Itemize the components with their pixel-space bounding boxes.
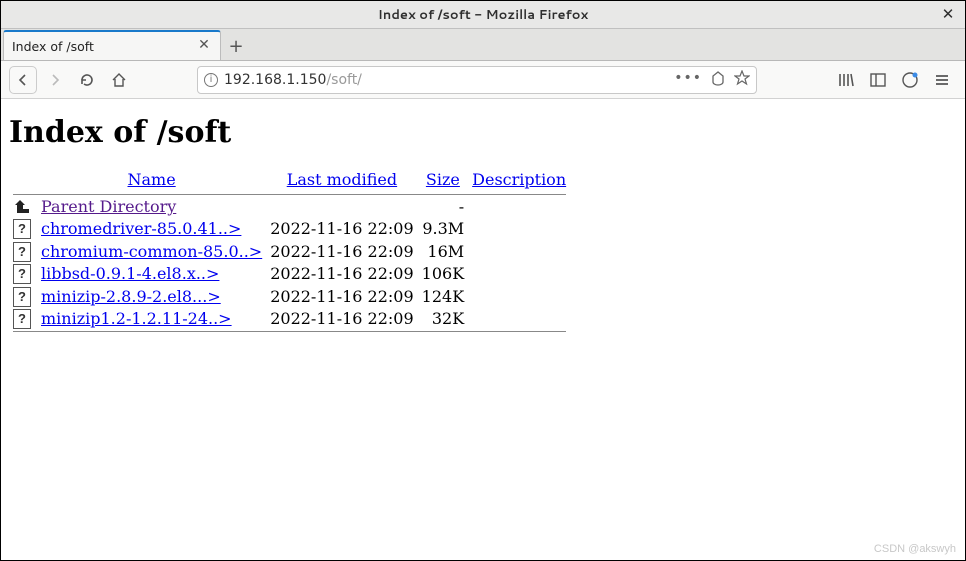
site-info-icon[interactable]: i [204, 73, 218, 87]
sort-modified-link[interactable]: Last modified [287, 170, 397, 189]
hamburger-icon [933, 71, 951, 89]
extension-button[interactable] [899, 69, 921, 91]
bookmark-star-icon[interactable] [734, 70, 750, 90]
globe-icon [901, 71, 919, 89]
window-title: Index of /soft - Mozilla Firefox [378, 6, 588, 24]
col-modified: Last modified [266, 170, 417, 193]
file-link[interactable]: minizip1.2-1.2.11-24..> [41, 309, 232, 328]
file-icon [13, 287, 31, 307]
forward-button [41, 66, 69, 94]
file-icon [13, 309, 31, 329]
parent-dir-icon [13, 199, 33, 217]
file-row: chromedriver-85.0.41..> 2022-11-16 22:099… [9, 218, 570, 241]
nav-toolbar: i 192.168.1.150/soft/ ••• [1, 61, 965, 99]
page-actions-icon[interactable]: ••• [674, 70, 702, 90]
arrow-left-icon [15, 72, 31, 88]
col-size: Size [418, 170, 469, 193]
new-tab-button[interactable]: + [221, 32, 251, 60]
file-modified: 2022-11-16 22:09 [266, 285, 417, 308]
file-link[interactable]: minizip-2.8.9-2.el8...> [41, 287, 221, 306]
watermark: CSDN @akswyh [874, 543, 956, 555]
file-row: minizip-2.8.9-2.el8...> 2022-11-16 22:091… [9, 285, 570, 308]
sort-description-link[interactable]: Description [472, 170, 566, 189]
url-host: 192.168.1.150 [224, 72, 326, 88]
file-modified: 2022-11-16 22:09 [266, 263, 417, 286]
library-button[interactable] [835, 69, 857, 91]
table-header-row: Name Last modified Size Description [9, 170, 570, 193]
parent-directory-link[interactable]: Parent Directory [41, 197, 176, 216]
reader-mode-icon[interactable] [710, 70, 726, 90]
tab-strip: Index of /soft ✕ + [1, 29, 965, 61]
file-description [468, 285, 570, 308]
reload-button[interactable] [73, 66, 101, 94]
col-description: Description [468, 170, 570, 193]
window-close-button[interactable]: ✕ [939, 5, 957, 23]
page-content: Index of /soft Name Last modified Size D… [1, 99, 965, 343]
file-size: 32K [418, 308, 469, 331]
window-titlebar: Index of /soft - Mozilla Firefox ✕ [1, 1, 965, 29]
file-row: chromium-common-85.0..>2022-11-16 22:091… [9, 240, 570, 263]
tab-close-icon[interactable]: ✕ [196, 38, 212, 54]
directory-listing: Name Last modified Size Description Pare… [9, 170, 570, 333]
file-link[interactable]: chromium-common-85.0..> [41, 242, 262, 261]
file-modified: 2022-11-16 22:09 [266, 218, 417, 241]
file-size: 16M [418, 240, 469, 263]
file-modified: 2022-11-16 22:09 [266, 308, 417, 331]
sort-size-link[interactable]: Size [426, 170, 460, 189]
footer-rule [13, 331, 566, 332]
menu-button[interactable] [931, 69, 953, 91]
file-link[interactable]: libbsd-0.9.1-4.el8.x..> [41, 264, 219, 283]
file-size: 9.3M [418, 218, 469, 241]
parent-size: - [418, 196, 469, 218]
url-text: 192.168.1.150/soft/ [224, 72, 668, 88]
file-description [468, 308, 570, 331]
sort-name-link[interactable]: Name [128, 170, 176, 189]
parent-modified [266, 196, 417, 218]
file-description [468, 218, 570, 241]
url-path: /soft/ [326, 72, 361, 88]
home-icon [111, 72, 127, 88]
arrow-right-icon [47, 72, 63, 88]
reload-icon [79, 72, 95, 88]
col-name: Name [37, 170, 266, 193]
file-link[interactable]: chromedriver-85.0.41..> [41, 219, 241, 238]
file-icon [13, 264, 31, 284]
sidebar-button[interactable] [867, 69, 889, 91]
parent-directory-row: Parent Directory - [9, 196, 570, 218]
col-icon [9, 170, 37, 193]
file-icon [13, 219, 31, 239]
file-description [468, 263, 570, 286]
back-button[interactable] [9, 66, 37, 94]
parent-description [468, 196, 570, 218]
url-bar[interactable]: i 192.168.1.150/soft/ ••• [197, 66, 757, 94]
file-description [468, 240, 570, 263]
page-heading: Index of /soft [9, 115, 957, 150]
sidebar-icon [869, 71, 887, 89]
file-icon [13, 242, 31, 262]
file-size: 106K [418, 263, 469, 286]
tab-active[interactable]: Index of /soft ✕ [3, 30, 221, 60]
file-modified: 2022-11-16 22:09 [266, 240, 417, 263]
file-row: minizip1.2-1.2.11-24..> 2022-11-16 22:093… [9, 308, 570, 331]
header-rule [13, 194, 566, 195]
file-size: 124K [418, 285, 469, 308]
home-button[interactable] [105, 66, 133, 94]
file-row: libbsd-0.9.1-4.el8.x..> 2022-11-16 22:091… [9, 263, 570, 286]
tab-label: Index of /soft [12, 39, 196, 54]
library-icon [837, 71, 855, 89]
